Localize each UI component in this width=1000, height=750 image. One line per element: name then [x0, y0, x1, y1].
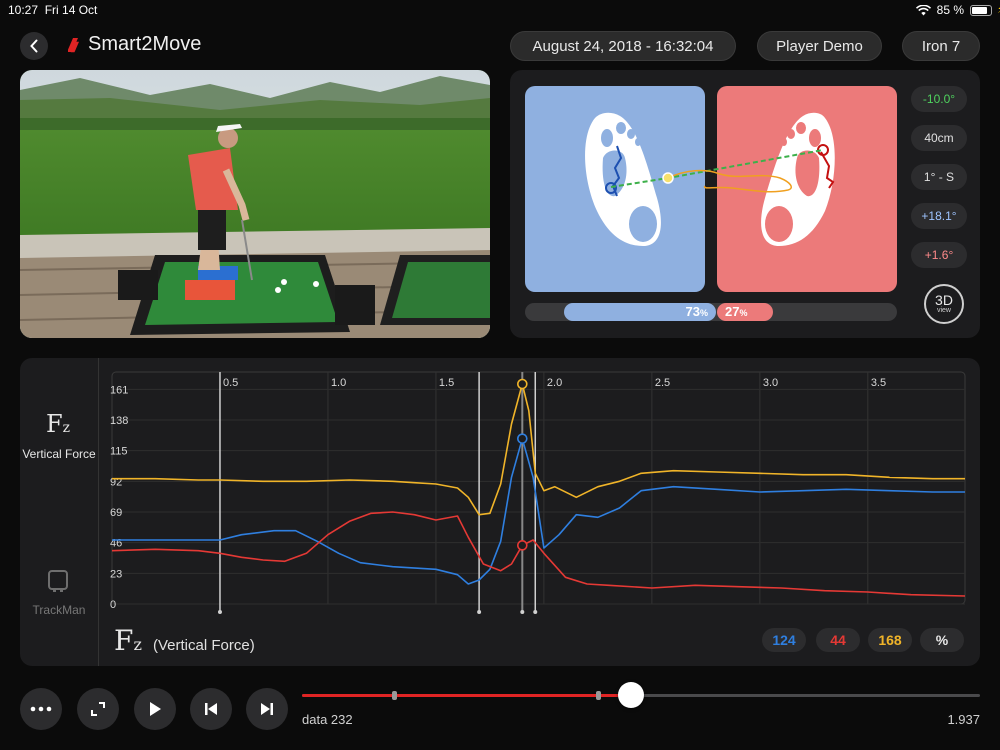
scrubber-progress	[302, 694, 631, 697]
foot-pressure-panel: 73% 27% -10.0° 40cm 1° - S +18.1° +1.6° …	[510, 70, 980, 338]
cursor-point-0	[517, 378, 528, 390]
y-tick-label: 69	[110, 507, 122, 519]
skip-forward-button[interactable]	[246, 688, 288, 730]
expand-icon	[91, 702, 105, 716]
status-bar: 10:27 Fri 14 Oct 85 % ⚡	[0, 0, 1000, 20]
battery-icon: ⚡	[970, 4, 1000, 16]
x-tick-label: 1.5	[439, 377, 454, 389]
back-button[interactable]	[20, 32, 48, 60]
marker-dot	[217, 610, 222, 614]
percent-toggle-button[interactable]: %	[920, 628, 964, 652]
y-tick-label: 23	[110, 568, 122, 580]
value-pill-total[interactable]: 168	[868, 628, 912, 652]
cursor-point-1	[517, 433, 528, 444]
series-line-0	[112, 383, 965, 516]
app-name: Smart2Move	[88, 33, 202, 55]
x-tick-label: 2.0	[547, 377, 562, 389]
x-tick-label: 2.5	[655, 377, 670, 389]
value-pill-left[interactable]: 124	[762, 628, 806, 652]
brand-logo-icon	[68, 37, 79, 52]
battery-percent: 85 %	[936, 3, 964, 17]
right-balance-bar: 27%	[717, 303, 773, 321]
y-tick-label: 115	[110, 446, 128, 458]
left-balance-bar: 73%	[564, 303, 716, 321]
swing-video[interactable]	[20, 70, 490, 338]
vertical-force-chart[interactable]: 0.5 1.0 1.5 2.0 2.5 3.0 3.5161138115926946230	[20, 358, 980, 618]
x-tick-label: 3.5	[871, 377, 886, 389]
club-button[interactable]: Iron 7	[902, 31, 980, 61]
scrubber-left-label: data 232	[302, 712, 353, 727]
metric-right-angle[interactable]: +1.6°	[911, 242, 967, 268]
metric-angle[interactable]: -10.0°	[911, 86, 967, 112]
x-tick-label: 1.0	[331, 377, 346, 389]
scrubber-marker-2[interactable]	[596, 691, 601, 700]
y-tick-label: 138	[110, 415, 128, 427]
y-tick-label: 0	[110, 599, 116, 611]
marker-dot	[477, 610, 482, 614]
x-tick-label: 0.5	[223, 377, 238, 389]
play-icon	[150, 702, 161, 716]
status-time-date: 10:27 Fri 14 Oct	[8, 3, 98, 17]
play-button[interactable]	[134, 688, 176, 730]
3d-view-button[interactable]: 3D view	[924, 284, 964, 324]
metric-left-angle[interactable]: +18.1°	[911, 203, 967, 229]
series-line-1	[112, 437, 965, 585]
chart-footer-title: (Vertical Force)	[153, 637, 255, 654]
value-pill-right[interactable]: 44	[816, 628, 860, 652]
fz-footer-icon: Fz	[114, 624, 142, 657]
metric-distance[interactable]: 40cm	[911, 125, 967, 151]
skip-forward-icon	[261, 703, 273, 715]
x-tick-label: 3.0	[763, 377, 778, 389]
force-chart-panel: Fz Vertical Force TrackMan 0.5 1.0 1.5 2.0 2…	[20, 358, 980, 666]
more-button[interactable]	[20, 688, 62, 730]
status-right: 85 % ⚡	[915, 3, 1000, 17]
player-button[interactable]: Player Demo	[757, 31, 882, 61]
scrubber-thumb[interactable]	[617, 682, 644, 708]
cursor-point-2	[517, 540, 528, 551]
session-datetime-button[interactable]: August 24, 2018 - 16:32:04	[510, 31, 736, 61]
more-dots-icon	[30, 706, 52, 712]
chevron-left-icon	[30, 39, 38, 53]
metric-rotation[interactable]: 1° - S	[911, 164, 967, 190]
app-brand: Smart2Move	[68, 33, 201, 56]
skip-back-icon	[205, 703, 217, 715]
wifi-icon	[915, 4, 931, 15]
scrubber-right-label: 1.937	[947, 712, 980, 727]
skip-back-button[interactable]	[190, 688, 232, 730]
marker-dot	[533, 610, 538, 614]
scrubber-marker-1[interactable]	[392, 691, 397, 700]
chart-frame	[111, 371, 966, 605]
y-tick-label: 161	[110, 384, 128, 396]
series-line-2	[111, 511, 966, 597]
video-frame-image	[20, 70, 490, 338]
marker-dot	[520, 610, 525, 614]
center-of-pressure-trace	[610, 149, 824, 193]
fullscreen-button[interactable]	[77, 688, 119, 730]
